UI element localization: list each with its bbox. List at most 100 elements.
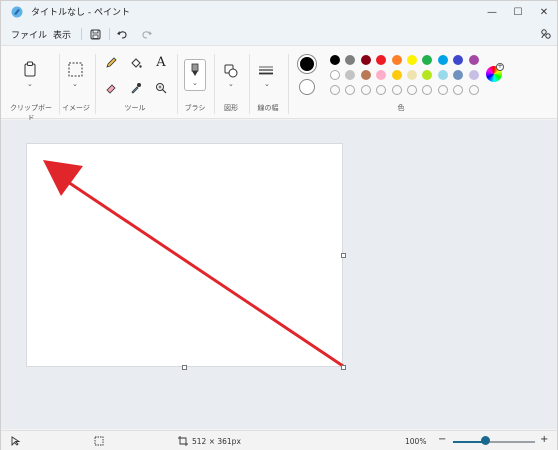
color-picker-tool[interactable] [127, 79, 145, 97]
group-label-tools: ツール [124, 104, 146, 112]
canvas-size-icon [178, 436, 188, 446]
eyedropper-icon [131, 83, 141, 94]
color-swatch[interactable] [330, 55, 340, 65]
magnifier-tool[interactable] [152, 79, 170, 97]
resize-handle-bottom[interactable] [182, 365, 187, 370]
custom-color-swatch[interactable] [407, 85, 417, 95]
color-swatch[interactable] [407, 70, 417, 80]
menu-file[interactable]: ファイル [11, 28, 47, 41]
resize-handle-right[interactable] [341, 253, 346, 258]
color-swatch[interactable] [360, 55, 371, 65]
custom-color-swatch[interactable] [453, 85, 464, 95]
paint-window: タイトルなし - ペイント — ☐ ✕ ファイル 表示 ⌄ クリップボード ⌄ … [0, 0, 558, 450]
color-swatch[interactable] [360, 70, 371, 80]
save-icon[interactable] [87, 26, 103, 42]
status-bar: 512 × 361px 100% − + [1, 430, 557, 450]
fill-bucket-icon [131, 58, 142, 68]
color-swatch[interactable] [376, 70, 387, 80]
color-swatch[interactable] [376, 55, 387, 65]
custom-color-swatch[interactable] [330, 85, 340, 95]
color-swatch[interactable] [407, 55, 417, 65]
eraser-tool[interactable] [102, 79, 120, 97]
pencil-tool[interactable] [102, 54, 120, 72]
menu-view[interactable]: 表示 [53, 28, 71, 41]
undo-icon[interactable] [114, 26, 130, 42]
color-swatch[interactable] [391, 70, 402, 80]
share-icon[interactable] [538, 26, 554, 42]
paste-button[interactable] [21, 60, 39, 78]
color-swatch[interactable] [345, 70, 356, 80]
group-label-colors: 色 [397, 104, 405, 112]
zoom-slider[interactable] [453, 441, 535, 443]
zoom-in-button[interactable]: + [540, 434, 548, 445]
zoom-slider-thumb[interactable] [481, 436, 491, 445]
shapes-button[interactable] [222, 62, 240, 80]
arrow-head [43, 160, 83, 196]
secondary-color[interactable] [299, 79, 315, 95]
brushes-button[interactable]: ⌄ [184, 59, 206, 91]
color-swatch[interactable] [422, 70, 433, 80]
minimize-button[interactable]: — [479, 1, 505, 23]
color-swatch[interactable] [330, 70, 340, 80]
maximize-icon: ☐ [513, 6, 523, 18]
edit-colors-button[interactable]: + [486, 63, 504, 82]
shapes-icon [224, 64, 238, 78]
stroke-size-button[interactable] [257, 62, 275, 80]
select-button[interactable] [66, 60, 84, 78]
chevron-down-icon: ⌄ [192, 79, 198, 87]
pencil-icon [106, 57, 117, 68]
group-label-shapes: 図形 [224, 104, 238, 112]
chevron-down-icon[interactable]: ⌄ [228, 80, 234, 88]
menu-separator [81, 28, 82, 40]
chevron-down-icon[interactable]: ⌄ [27, 80, 33, 88]
arrow-drawing [43, 160, 345, 368]
ribbon-separator [249, 54, 250, 114]
chevron-down-icon[interactable]: ⌄ [264, 80, 270, 88]
custom-color-swatch[interactable] [360, 85, 371, 95]
text-tool[interactable]: A [152, 53, 170, 71]
color-swatch[interactable] [453, 70, 464, 80]
window-title: タイトルなし - ペイント [31, 8, 130, 18]
ribbon-separator [214, 54, 215, 114]
eraser-icon [106, 84, 116, 94]
ribbon-toolbar: ⌄ クリップボード ⌄ イメージ A ツール ⌄ ブラシ ⌄ 図形 ⌄ 線の幅 … [1, 45, 557, 122]
zoom-level-text: 100% [405, 437, 427, 446]
maximize-button[interactable]: ☐ [505, 1, 531, 23]
color-swatch[interactable] [468, 55, 479, 65]
color-swatch[interactable] [422, 55, 433, 65]
fill-tool[interactable] [127, 54, 145, 72]
zoom-out-button[interactable]: − [438, 434, 446, 445]
brush-icon [191, 63, 199, 76]
redo-icon[interactable] [139, 26, 155, 42]
clipboard-icon [24, 61, 36, 77]
title-bar: タイトルなし - ペイント — ☐ ✕ [1, 1, 557, 23]
color-swatch[interactable] [468, 70, 479, 80]
custom-color-swatch[interactable] [468, 85, 479, 95]
custom-color-swatch[interactable] [391, 85, 402, 95]
color-swatch[interactable] [345, 55, 356, 65]
primary-color[interactable] [298, 55, 316, 73]
ribbon-separator [95, 54, 96, 114]
custom-color-swatch[interactable] [437, 85, 448, 95]
chevron-down-icon[interactable]: ⌄ [72, 80, 78, 88]
custom-color-swatch[interactable] [376, 85, 387, 95]
ribbon-separator [59, 54, 60, 114]
drawing-canvas[interactable] [26, 143, 345, 368]
ribbon-separator [177, 54, 178, 114]
group-label-stroke-size: 線の幅 [257, 104, 279, 112]
color-swatch[interactable] [391, 55, 402, 65]
cursor-position-icon [11, 436, 21, 446]
custom-color-swatch[interactable] [422, 85, 433, 95]
plus-icon: + [496, 63, 504, 71]
close-button[interactable]: ✕ [531, 1, 557, 23]
color-swatch[interactable] [437, 55, 448, 65]
ribbon-separator [288, 54, 289, 114]
group-label-brushes: ブラシ [184, 104, 206, 112]
color-swatch[interactable] [437, 70, 448, 80]
custom-color-swatch[interactable] [345, 85, 356, 95]
text-icon: A [156, 54, 166, 70]
color-swatch[interactable] [453, 55, 464, 65]
selection-icon [68, 62, 82, 76]
resize-handle-corner[interactable] [341, 365, 346, 370]
menu-bar: ファイル 表示 [1, 23, 557, 45]
